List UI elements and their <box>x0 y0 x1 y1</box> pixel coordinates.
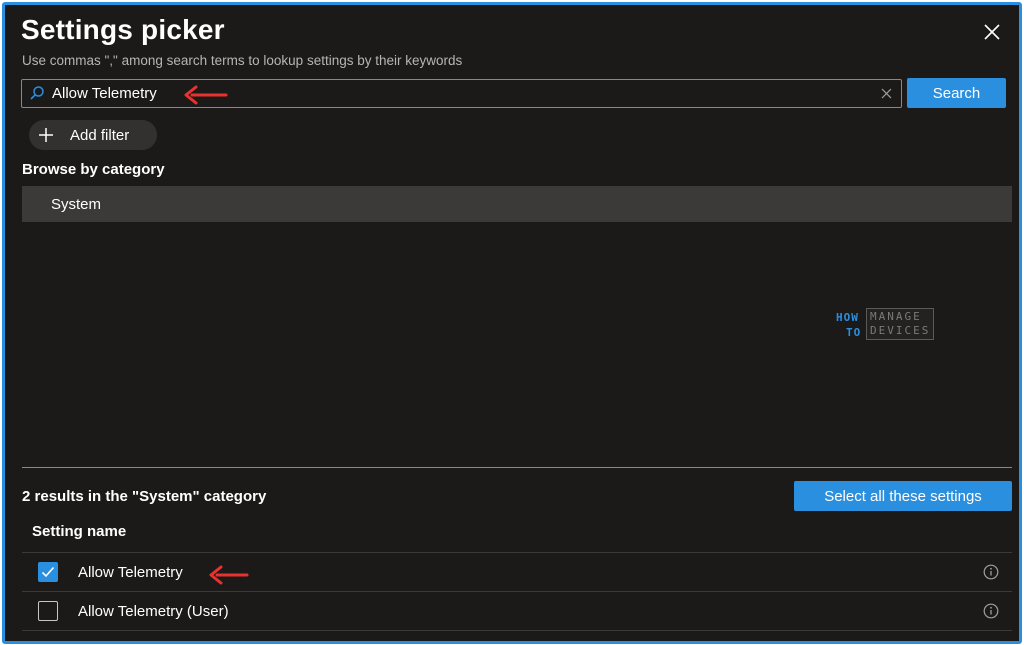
info-icon[interactable] <box>983 564 999 580</box>
annotation-arrow-icon <box>209 565 249 585</box>
results-summary: 2 results in the "System" category <box>22 488 267 505</box>
add-filter-label: Add filter <box>70 126 130 144</box>
watermark-line-to: TO <box>846 326 862 339</box>
setting-name: Allow Telemetry (User) <box>78 602 229 620</box>
setting-name: Allow Telemetry <box>78 563 183 581</box>
search-box <box>21 79 902 108</box>
settings-picker-panel: Settings picker Use commas "," among sea… <box>2 2 1022 644</box>
row-checkbox[interactable] <box>38 601 58 621</box>
results-divider <box>22 467 1012 468</box>
search-button[interactable]: Search <box>907 78 1006 108</box>
plus-icon <box>39 128 53 142</box>
row-checkbox[interactable] <box>38 562 58 582</box>
category-label: System <box>51 195 102 213</box>
browse-by-category-heading: Browse by category <box>22 161 165 178</box>
category-item-system[interactable]: System <box>22 186 1012 222</box>
table-row[interactable]: Allow Telemetry <box>22 553 1012 591</box>
watermark-line-devices: DEVICES <box>870 324 931 337</box>
table-row[interactable]: Allow Telemetry (User) <box>22 592 1012 630</box>
annotation-arrow-icon <box>184 85 228 105</box>
clear-search-icon[interactable] <box>880 87 893 100</box>
close-button[interactable] <box>981 21 1003 43</box>
page-subtitle: Use commas "," among search terms to loo… <box>22 53 463 68</box>
info-icon[interactable] <box>983 603 999 619</box>
search-icon <box>30 86 44 100</box>
page-title: Settings picker <box>21 14 225 45</box>
watermark-line-manage: MANAGE <box>870 310 922 323</box>
select-all-settings-button[interactable]: Select all these settings <box>794 481 1012 511</box>
column-header-setting-name: Setting name <box>32 523 127 540</box>
close-icon <box>984 24 1000 40</box>
watermark-box: MANAGE DEVICES <box>866 308 934 340</box>
add-filter-button[interactable]: Add filter <box>29 120 157 150</box>
row-divider <box>22 630 1012 631</box>
watermark-logo: HOW TO MANAGE DEVICES <box>832 306 938 342</box>
search-input[interactable] <box>52 81 852 106</box>
watermark-line-how: HOW <box>836 311 859 324</box>
checkmark-icon <box>41 566 55 578</box>
